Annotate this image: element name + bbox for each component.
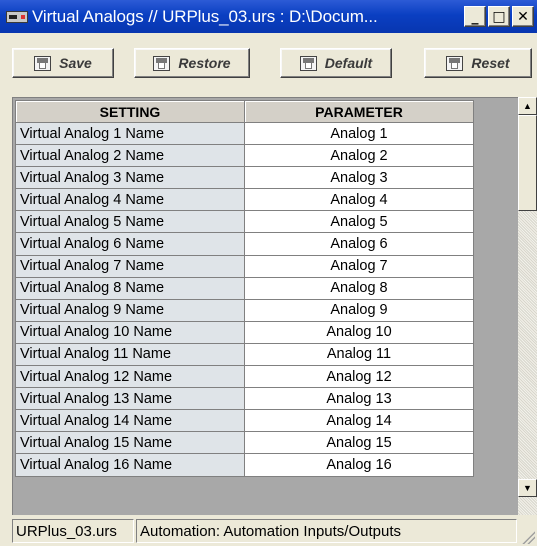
save-label: Save (59, 55, 92, 71)
setting-cell: Virtual Analog 13 Name (15, 387, 245, 411)
parameter-cell[interactable]: Analog 2 (244, 144, 474, 168)
minimize-button[interactable]: _ (464, 6, 486, 27)
parameter-cell[interactable]: Analog 11 (244, 342, 474, 367)
restore-icon (153, 55, 171, 71)
default-label: Default (324, 55, 373, 71)
settings-grid: SETTING PARAMETER Virtual Analog 1 Name A… (12, 97, 537, 515)
default-icon (299, 55, 317, 71)
window-title: Virtual Analogs // URPlus_03.urs : D:\Do… (32, 6, 378, 26)
setting-cell: Virtual Analog 9 Name (15, 298, 245, 322)
column-header-parameter[interactable]: PARAMETER (244, 100, 474, 123)
setting-cell: Virtual Analog 10 Name (15, 320, 245, 344)
setting-cell: Virtual Analog 15 Name (15, 431, 245, 455)
setting-cell: Virtual Analog 8 Name (15, 276, 245, 300)
app-icon[interactable] (6, 10, 28, 23)
reset-button[interactable]: Reset (424, 48, 532, 78)
reset-label: Reset (471, 55, 510, 71)
restore-label: Restore (178, 55, 231, 71)
setting-cell: Virtual Analog 12 Name (15, 365, 245, 389)
setting-cell: Virtual Analog 1 Name (15, 121, 245, 146)
scroll-down-button[interactable]: ▼ (518, 479, 537, 497)
setting-cell: Virtual Analog 6 Name (15, 232, 245, 256)
setting-cell: Virtual Analog 14 Name (15, 409, 245, 433)
parameter-cell[interactable]: Analog 16 (244, 453, 474, 477)
close-button[interactable]: ✕ (512, 6, 534, 27)
save-icon (34, 55, 52, 71)
table-row[interactable]: Virtual Analog 8 Name Analog 8 (15, 276, 474, 300)
setting-cell: Virtual Analog 4 Name (15, 188, 245, 212)
scroll-thumb[interactable] (518, 115, 537, 211)
status-file: URPlus_03.urs (12, 519, 134, 543)
table-row[interactable]: Virtual Analog 1 Name Analog 1 (15, 121, 474, 146)
vertical-scrollbar[interactable]: ▲ ▼ (518, 97, 537, 515)
default-button[interactable]: Default (280, 48, 392, 78)
column-header-setting[interactable]: SETTING (15, 100, 245, 123)
parameter-cell[interactable]: Analog 12 (244, 365, 474, 389)
resize-grip-icon[interactable] (521, 530, 535, 544)
table-row[interactable]: Virtual Analog 7 Name Analog 7 (15, 254, 474, 278)
parameter-cell[interactable]: Analog 3 (244, 166, 474, 190)
table-row[interactable]: Virtual Analog 2 Name Analog 2 (15, 144, 474, 168)
table-row[interactable]: Virtual Analog 5 Name Analog 5 (15, 210, 474, 234)
reset-icon (446, 55, 464, 71)
table-row[interactable]: Virtual Analog 10 Name Analog 10 (15, 320, 474, 344)
toolbar: Save Restore Default Reset (0, 33, 537, 93)
title-bar[interactable]: Virtual Analogs // URPlus_03.urs : D:\Do… (0, 0, 537, 33)
scroll-up-button[interactable]: ▲ (518, 97, 537, 115)
table-row[interactable]: Virtual Analog 4 Name Analog 4 (15, 188, 474, 212)
table-row[interactable]: Virtual Analog 12 Name Analog 12 (15, 365, 474, 389)
settings-table: SETTING PARAMETER Virtual Analog 1 Name A… (15, 100, 474, 477)
parameter-cell[interactable]: Analog 5 (244, 210, 474, 234)
setting-cell: Virtual Analog 5 Name (15, 210, 245, 234)
status-path: Automation: Automation Inputs/Outputs (136, 519, 517, 543)
maximize-button[interactable]: □ (488, 6, 510, 27)
table-row[interactable]: Virtual Analog 3 Name Analog 3 (15, 166, 474, 190)
parameter-cell[interactable]: Analog 4 (244, 188, 474, 212)
parameter-cell[interactable]: Analog 7 (244, 254, 474, 278)
setting-cell: Virtual Analog 3 Name (15, 166, 245, 190)
setting-cell: Virtual Analog 2 Name (15, 144, 245, 168)
table-row[interactable]: Virtual Analog 6 Name Analog 6 (15, 232, 474, 256)
parameter-cell[interactable]: Analog 8 (244, 276, 474, 300)
parameter-cell[interactable]: Analog 14 (244, 409, 474, 433)
parameter-cell[interactable]: Analog 9 (244, 298, 474, 322)
table-row[interactable]: Virtual Analog 9 Name Analog 9 (15, 298, 474, 322)
table-row[interactable]: Virtual Analog 11 Name Analog 11 (15, 342, 474, 367)
table-row[interactable]: Virtual Analog 16 Name Analog 16 (15, 453, 474, 477)
setting-cell: Virtual Analog 11 Name (15, 342, 245, 367)
restore-button[interactable]: Restore (134, 48, 250, 78)
table-row[interactable]: Virtual Analog 14 Name Analog 14 (15, 409, 474, 433)
status-bar: URPlus_03.urs Automation: Automation Inp… (0, 517, 537, 546)
table-row[interactable]: Virtual Analog 15 Name Analog 15 (15, 431, 474, 455)
parameter-cell[interactable]: Analog 13 (244, 387, 474, 411)
table-row[interactable]: Virtual Analog 13 Name Analog 13 (15, 387, 474, 411)
parameter-cell[interactable]: Analog 10 (244, 320, 474, 344)
parameter-cell[interactable]: Analog 1 (244, 121, 474, 146)
parameter-cell[interactable]: Analog 15 (244, 431, 474, 455)
setting-cell: Virtual Analog 7 Name (15, 254, 245, 278)
setting-cell: Virtual Analog 16 Name (15, 453, 245, 477)
save-button[interactable]: Save (12, 48, 114, 78)
parameter-cell[interactable]: Analog 6 (244, 232, 474, 256)
